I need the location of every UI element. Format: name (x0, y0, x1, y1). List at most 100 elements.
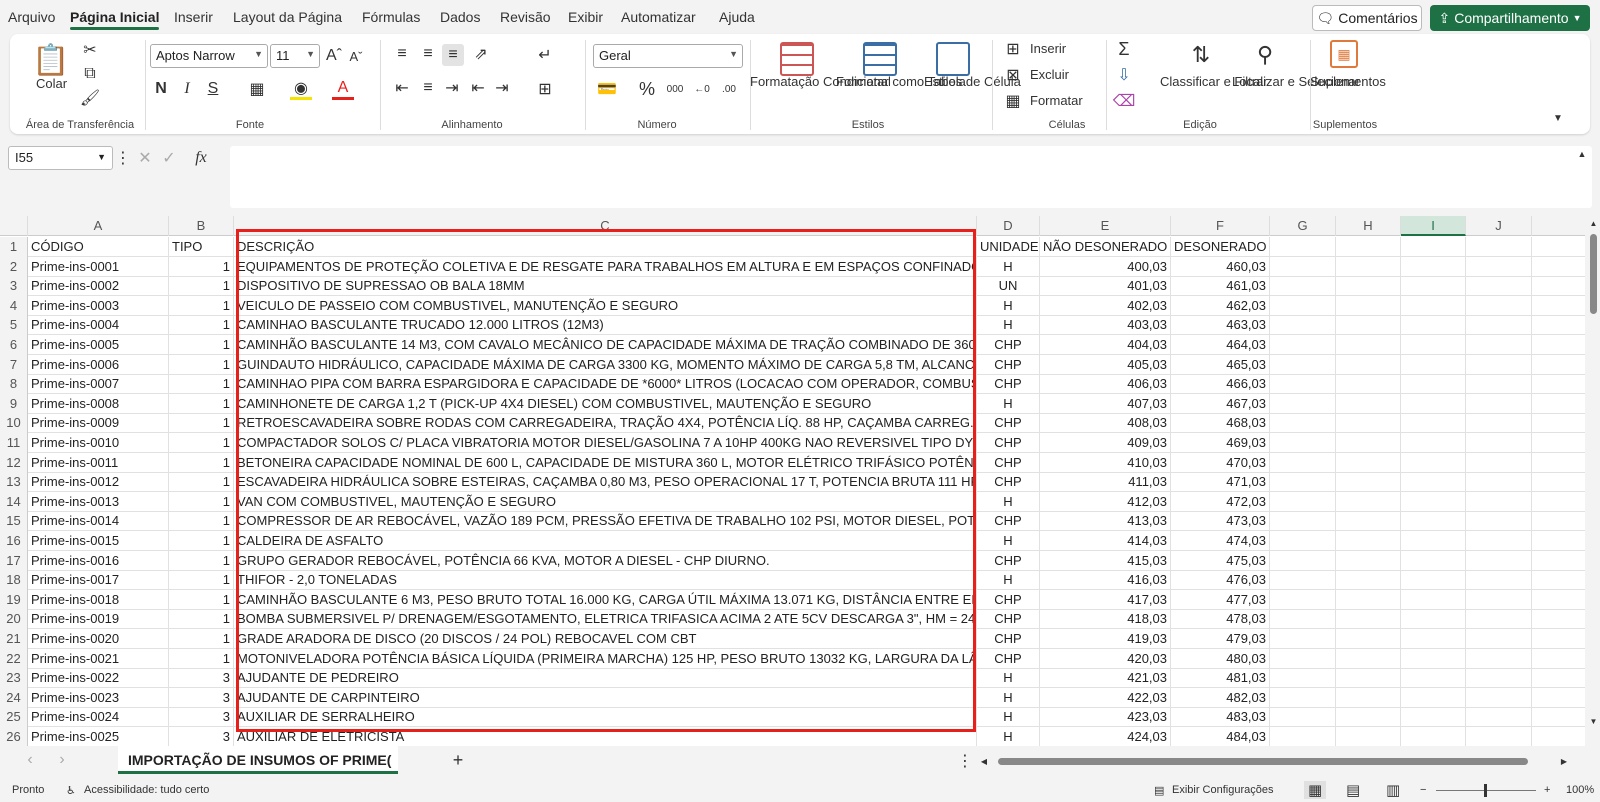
empty-cell[interactable] (1401, 570, 1466, 591)
cell-f[interactable]: 468,03 (1171, 413, 1270, 434)
cell-b[interactable]: TIPO (169, 237, 234, 257)
format-as-table-button[interactable]: Formatar como Tabela (836, 74, 966, 90)
cell-e[interactable]: 419,03 (1040, 629, 1171, 649)
empty-cell[interactable] (1336, 276, 1401, 297)
cell-a[interactable]: Prime-ins-0005 (28, 335, 169, 355)
vertical-scrollbar[interactable]: ▲ ▼ (1587, 216, 1600, 746)
cell-d[interactable]: CHP (977, 433, 1040, 453)
tab-revisao[interactable]: Revisão (500, 9, 551, 25)
empty-cell[interactable] (1270, 335, 1336, 355)
empty-cell[interactable] (1401, 531, 1466, 551)
cell-d[interactable]: CHP (977, 648, 1040, 669)
empty-cell[interactable] (1466, 354, 1532, 375)
empty-cell[interactable] (1336, 452, 1401, 473)
cell-f[interactable]: 481,03 (1171, 668, 1270, 689)
column-header-e[interactable]: E (1040, 216, 1171, 236)
empty-cell[interactable] (1466, 589, 1532, 610)
empty-cell[interactable] (1401, 550, 1466, 571)
cell-a[interactable]: Prime-ins-0018 (28, 589, 169, 610)
column-header-a[interactable]: A (28, 216, 169, 236)
cell-f[interactable]: 478,03 (1171, 609, 1270, 630)
empty-cell[interactable] (1336, 491, 1401, 512)
delete-cells-button[interactable]: Excluir (1030, 67, 1069, 83)
cell-b[interactable]: 1 (169, 472, 234, 493)
cell-d[interactable]: H (977, 393, 1040, 414)
cancel-icon[interactable]: ✕ (136, 150, 154, 167)
empty-cell[interactable] (1336, 648, 1401, 669)
cell-b[interactable]: 1 (169, 531, 234, 551)
accessibility-status[interactable]: Acessibilidade: tudo certo (84, 784, 209, 796)
cell-c[interactable]: AJUDANTE DE PEDREIRO (234, 668, 977, 689)
tab-dados[interactable]: Dados (440, 9, 480, 25)
cell-f[interactable]: 474,03 (1171, 531, 1270, 551)
empty-cell[interactable] (1270, 295, 1336, 316)
empty-cell[interactable] (1270, 315, 1336, 336)
insert-cells-icon[interactable]: ⊞ (1003, 40, 1023, 58)
empty-cell[interactable] (1466, 687, 1532, 708)
empty-cell[interactable] (1401, 629, 1466, 649)
cell-a[interactable]: Prime-ins-0003 (28, 295, 169, 316)
cell-a[interactable]: Prime-ins-0007 (28, 374, 169, 395)
cell-c[interactable]: CAMINHÃO BASCULANTE 6 M3, PESO BRUTO TOT… (234, 589, 977, 610)
cell-c[interactable]: MOTONIVELADORA POTÊNCIA BÁSICA LÍQUIDA (… (234, 648, 977, 669)
addins-icon[interactable]: ▦ (1330, 40, 1358, 68)
cell-f[interactable]: 466,03 (1171, 374, 1270, 395)
column-header-d[interactable]: D (977, 216, 1040, 236)
row-header[interactable]: 16 (0, 531, 28, 551)
cell-d[interactable]: H (977, 727, 1040, 746)
row-header[interactable]: 7 (0, 354, 28, 375)
cell-e[interactable]: 420,03 (1040, 648, 1171, 669)
empty-cell[interactable] (1270, 491, 1336, 512)
empty-cell[interactable] (1336, 433, 1401, 453)
tab-inserir[interactable]: Inserir (174, 9, 213, 25)
cell-e[interactable]: 413,03 (1040, 511, 1171, 532)
normal-view-icon[interactable]: ▦ (1304, 781, 1327, 799)
align-middle-icon[interactable]: ≡ (418, 44, 438, 64)
row-header[interactable]: 15 (0, 511, 28, 532)
cell-c[interactable]: CAMINHAO BASCULANTE TRUCADO 12.000 LITRO… (234, 315, 977, 336)
cell-a[interactable]: Prime-ins-0006 (28, 354, 169, 375)
row-header[interactable]: 22 (0, 648, 28, 669)
comments-button[interactable]: 🗨 Comentários (1312, 5, 1422, 31)
row-header[interactable]: 26 (0, 727, 28, 746)
empty-cell[interactable] (1466, 707, 1532, 728)
cell-a[interactable]: Prime-ins-0021 (28, 648, 169, 669)
cell-b[interactable]: 1 (169, 491, 234, 512)
prev-sheet-icon[interactable]: ‹ (22, 750, 38, 770)
more-sheets-icon[interactable]: ⋮ (957, 752, 973, 770)
cell-b[interactable]: 1 (169, 315, 234, 336)
cell-a[interactable]: Prime-ins-0015 (28, 531, 169, 551)
cell-e[interactable]: 405,03 (1040, 354, 1171, 375)
cell-e[interactable]: 415,03 (1040, 550, 1171, 571)
cell-f[interactable]: 470,03 (1171, 452, 1270, 473)
enter-icon[interactable]: ✓ (160, 150, 178, 167)
empty-cell[interactable] (1270, 511, 1336, 532)
empty-cell[interactable] (1466, 393, 1532, 414)
format-as-table-icon[interactable] (863, 42, 897, 76)
empty-cell[interactable] (1401, 648, 1466, 669)
empty-cell[interactable] (1401, 237, 1466, 257)
cell-d[interactable]: CHP (977, 629, 1040, 649)
increase-font-icon[interactable]: Aˆ (324, 44, 344, 68)
column-header-g[interactable]: G (1270, 216, 1336, 236)
format-painter-icon[interactable]: 🖌 (80, 88, 100, 108)
column-header-b[interactable]: B (169, 216, 234, 236)
cell-b[interactable]: 1 (169, 589, 234, 610)
zoom-slider-thumb[interactable] (1484, 784, 1487, 797)
empty-cell[interactable] (1466, 315, 1532, 336)
cell-f[interactable]: 471,03 (1171, 472, 1270, 493)
empty-cell[interactable] (1336, 315, 1401, 336)
conditional-formatting-button[interactable]: Formatação Condicional (750, 74, 891, 90)
cell-c[interactable]: DESCRIÇÃO (234, 237, 977, 257)
empty-cell[interactable] (1466, 491, 1532, 512)
cell-f[interactable]: 462,03 (1171, 295, 1270, 316)
cell-d[interactable]: H (977, 315, 1040, 336)
cell-a[interactable]: Prime-ins-0023 (28, 687, 169, 708)
cell-c[interactable]: EQUIPAMENTOS DE PROTEÇÃO COLETIVA E DE R… (234, 256, 977, 277)
select-all-corner[interactable] (0, 216, 28, 236)
cell-b[interactable]: 1 (169, 433, 234, 453)
cell-f[interactable]: 477,03 (1171, 589, 1270, 610)
cell-c[interactable]: CAMINHÃO BASCULANTE 14 M3, COM CAVALO ME… (234, 335, 977, 355)
cell-f[interactable]: 476,03 (1171, 570, 1270, 591)
cell-c[interactable]: COMPRESSOR DE AR REBOCÁVEL, VAZÃO 189 PC… (234, 511, 977, 532)
